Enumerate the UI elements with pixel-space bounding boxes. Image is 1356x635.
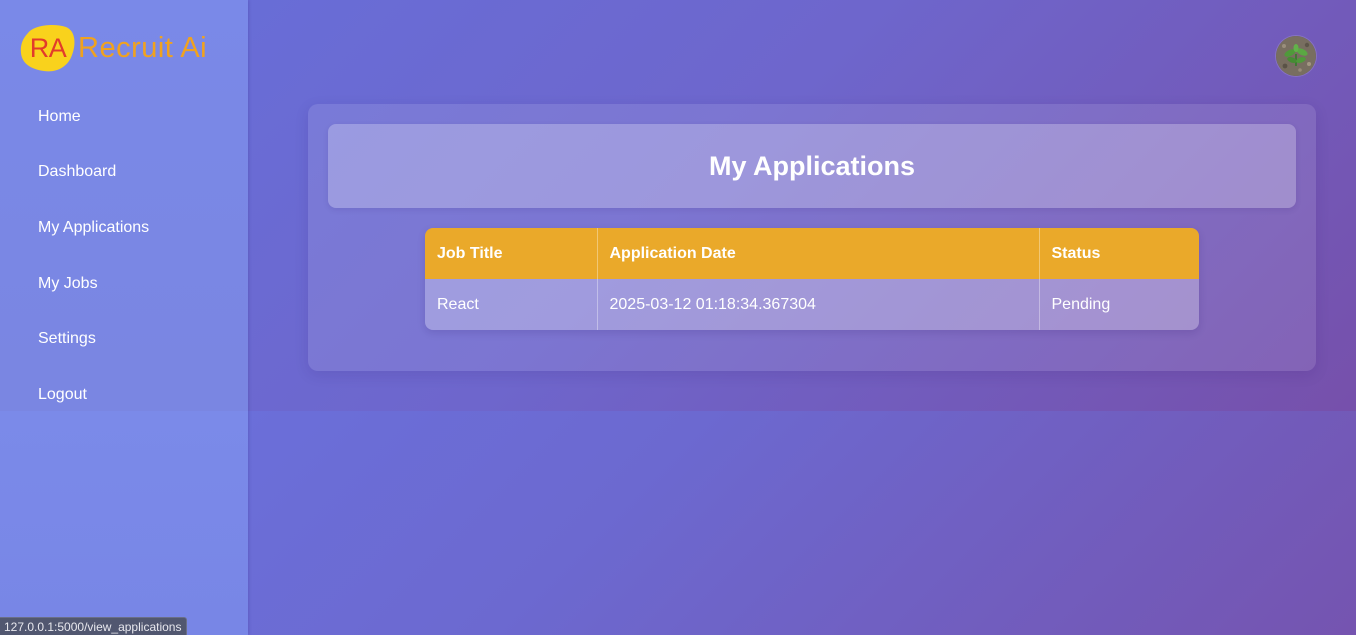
sidebar-lower-area [0,411,248,635]
avatar-image-icon [1276,36,1316,76]
logo-mark: RA [29,33,67,63]
browser-status-url: 127.0.0.1:5000/view_applications [0,617,188,635]
sidebar-item-dashboard[interactable]: Dashboard [0,145,248,201]
cell-status: Pending [1039,279,1199,330]
page-title-card: My Applications [328,124,1296,208]
column-header-status: Status [1039,228,1199,279]
applications-table: Job Title Application Date Status React … [425,228,1199,330]
column-header-application-date: Application Date [597,228,1040,279]
table-row[interactable]: React 2025-03-12 01:18:34.367304 Pending [425,279,1199,330]
sidebar-item-settings[interactable]: Settings [0,311,248,367]
sidebar-item-my-jobs[interactable]: My Jobs [0,256,248,312]
cell-application-date: 2025-03-12 01:18:34.367304 [597,279,1040,330]
sidebar: RA Recruit Ai Home Dashboard My Applicat… [0,0,248,635]
brand-logo[interactable]: RA Recruit Ai [20,22,207,74]
sidebar-item-logout[interactable]: Logout [0,367,248,423]
brand-name: Recruit Ai [78,31,208,64]
sidebar-nav: Home Dashboard My Applications My Jobs S… [0,89,248,423]
applications-panel: My Applications Job Title Application Da… [308,104,1316,371]
table-header-row: Job Title Application Date Status [425,228,1199,279]
page-title: My Applications [708,150,916,181]
applications-table-wrapper: Job Title Application Date Status React … [425,228,1199,330]
column-header-job-title: Job Title [425,228,598,279]
sidebar-item-my-applications[interactable]: My Applications [0,200,248,256]
sidebar-item-home[interactable]: Home [0,89,248,145]
user-avatar[interactable] [1276,36,1316,76]
cell-job-title: React [425,279,598,330]
logo-badge: RA [20,23,76,73]
